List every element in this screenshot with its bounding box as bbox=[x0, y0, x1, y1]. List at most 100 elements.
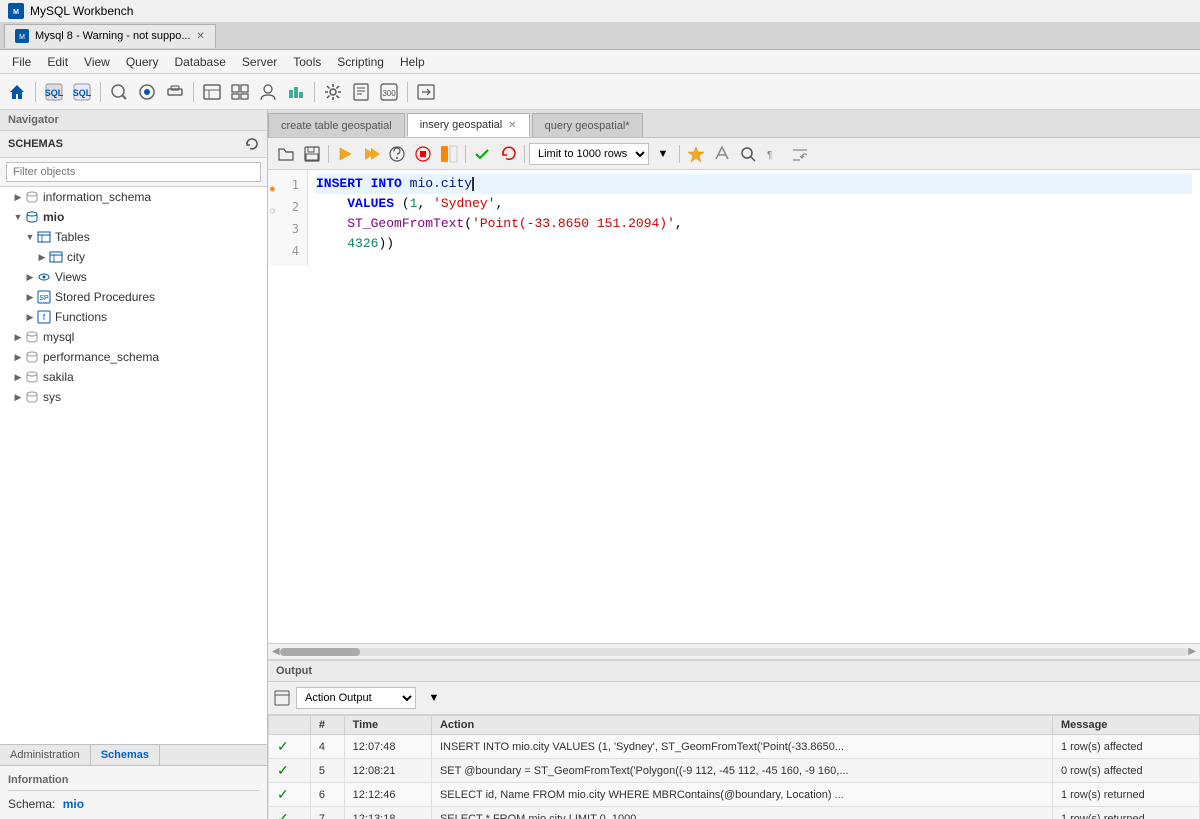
qtb-save-btn[interactable] bbox=[300, 142, 324, 166]
query-tab-create[interactable]: create table geospatial bbox=[268, 113, 405, 137]
limit-rows-select[interactable]: Limit to 1000 rows bbox=[529, 143, 649, 165]
toolbar-sql-btn1[interactable]: SQL bbox=[41, 79, 67, 105]
qtb-sep-2 bbox=[465, 145, 466, 163]
svg-text:300: 300 bbox=[382, 89, 396, 98]
toolbar-migrate-btn[interactable] bbox=[413, 79, 439, 105]
code-area[interactable]: INSERT INTO mio.city VALUES (1, 'Sydney'… bbox=[308, 170, 1200, 266]
menu-tools[interactable]: Tools bbox=[285, 53, 329, 71]
menu-database[interactable]: Database bbox=[167, 53, 234, 71]
toolbar-300-btn[interactable]: 300 bbox=[376, 79, 402, 105]
tree-expand-arrow[interactable]: ▶ bbox=[12, 191, 24, 203]
tree-arrow-stored-procedures[interactable]: ▶ bbox=[24, 291, 36, 303]
toolbar-manage-btn[interactable] bbox=[162, 79, 188, 105]
schema-item-functions[interactable]: ▶ f Functions bbox=[0, 307, 267, 327]
schema-item-tables[interactable]: ▼ Tables bbox=[0, 227, 267, 247]
tree-arrow-city[interactable]: ▶ bbox=[36, 251, 48, 263]
query-tab-insery[interactable]: insery geospatial ✕ bbox=[407, 113, 530, 137]
schema-item-stored-procedures[interactable]: ▶ SP Stored Procedures bbox=[0, 287, 267, 307]
tree-arrow-performance-schema[interactable]: ▶ bbox=[12, 351, 24, 363]
window-tab[interactable]: M Mysql 8 - Warning - not suppo... ✕ bbox=[4, 24, 216, 48]
status-ok-icon: ✓ bbox=[277, 786, 289, 802]
svg-text:¶: ¶ bbox=[767, 150, 772, 161]
toolbar-home-btn[interactable] bbox=[4, 79, 30, 105]
tree-arrow-sakila[interactable]: ▶ bbox=[12, 371, 24, 383]
menu-view[interactable]: View bbox=[76, 53, 118, 71]
col-header-time: Time bbox=[344, 716, 431, 735]
nav-tab-administration[interactable]: Administration bbox=[0, 745, 91, 765]
qtb-invisible-btn[interactable]: ¶ bbox=[762, 142, 786, 166]
schema-item-views[interactable]: ▶ Views bbox=[0, 267, 267, 287]
schema-item-sakila[interactable]: ▶ sakila bbox=[0, 367, 267, 387]
menu-server[interactable]: Server bbox=[234, 53, 285, 71]
qtb-bookmark-btn[interactable] bbox=[684, 142, 708, 166]
tree-arrow-tables[interactable]: ▼ bbox=[24, 231, 36, 243]
toolbar-schema-btn[interactable] bbox=[199, 79, 225, 105]
schema-item-city[interactable]: ▶ city bbox=[0, 247, 267, 267]
qtb-wrap-btn[interactable] bbox=[788, 142, 812, 166]
qtb-execute-selected-btn[interactable] bbox=[359, 142, 383, 166]
tree-arrow-mysql[interactable]: ▶ bbox=[12, 331, 24, 343]
schema-item-information-schema[interactable]: ▶ information_schema bbox=[0, 187, 267, 207]
toolbar-sql-btn2[interactable]: SQL bbox=[69, 79, 95, 105]
stored-procedures-icon: SP bbox=[36, 289, 52, 305]
toolbar-script-btn[interactable] bbox=[348, 79, 374, 105]
action-output-dropdown-btn[interactable]: ▼ bbox=[422, 686, 446, 710]
menu-file[interactable]: File bbox=[4, 53, 39, 71]
tree-arrow-views[interactable]: ▶ bbox=[24, 271, 36, 283]
menu-scripting[interactable]: Scripting bbox=[329, 53, 392, 71]
schema-label-sys: sys bbox=[43, 390, 61, 404]
query-tab-insery-label: insery geospatial bbox=[420, 119, 503, 131]
cell-action: SELECT * FROM mio.city LIMIT 0, 1000 bbox=[431, 807, 1052, 819]
menu-query[interactable]: Query bbox=[118, 53, 167, 71]
tree-expand-arrow-mio[interactable]: ▼ bbox=[12, 211, 24, 223]
schemas-refresh-icon[interactable] bbox=[245, 137, 259, 151]
qtb-open-btn[interactable] bbox=[274, 142, 298, 166]
qtb-beautify-btn[interactable] bbox=[710, 142, 734, 166]
table-row: ✓ 7 12:13:18 SELECT * FROM mio.city LIMI… bbox=[269, 807, 1200, 819]
window-tab-label: Mysql 8 - Warning - not suppo... bbox=[35, 30, 191, 42]
svg-text:SQL: SQL bbox=[73, 88, 92, 98]
qtb-search-btn[interactable] bbox=[736, 142, 760, 166]
schema-item-performance-schema[interactable]: ▶ performance_schema bbox=[0, 347, 267, 367]
output-panel: Output Action Output ▼ # Time Action M bbox=[268, 659, 1200, 819]
qtb-stop-btn[interactable] bbox=[411, 142, 435, 166]
query-tab-insery-close[interactable]: ✕ bbox=[508, 120, 516, 131]
nav-tabs: Administration Schemas bbox=[0, 745, 267, 765]
query-tab-query[interactable]: query geospatial* bbox=[532, 113, 643, 137]
toolbar-users-btn[interactable] bbox=[255, 79, 281, 105]
window-tab-close[interactable]: ✕ bbox=[197, 31, 205, 42]
toolbar-connect-btn[interactable] bbox=[134, 79, 160, 105]
tree-arrow-sys[interactable]: ▶ bbox=[12, 391, 24, 403]
schema-label-sakila: sakila bbox=[43, 370, 74, 384]
qtb-commit-btn[interactable] bbox=[470, 142, 494, 166]
schema-item-mio[interactable]: ▼ mio bbox=[0, 207, 267, 227]
col-header-message: Message bbox=[1052, 716, 1199, 735]
h-scroll-thumb[interactable] bbox=[280, 648, 360, 656]
nav-tab-schemas[interactable]: Schemas bbox=[91, 745, 160, 765]
code-editor[interactable]: 1 2 3 4 INSERT INTO mio.city VALUES (1, … bbox=[268, 170, 1200, 643]
qtb-explain-btn[interactable] bbox=[385, 142, 409, 166]
code-line-3: ST_GeomFromText('Point(-33.8650 151.2094… bbox=[316, 214, 1192, 234]
svg-text:f: f bbox=[43, 313, 46, 322]
action-output-select[interactable]: Action Output bbox=[296, 687, 416, 709]
schema-icon-performance bbox=[24, 349, 40, 365]
filter-input[interactable] bbox=[6, 162, 261, 182]
qtb-toggle-output-btn[interactable] bbox=[437, 142, 461, 166]
menu-help[interactable]: Help bbox=[392, 53, 433, 71]
qtb-rollback-btn[interactable] bbox=[496, 142, 520, 166]
toolbar-table-btn[interactable] bbox=[227, 79, 253, 105]
horizontal-scrollbar[interactable]: ◀ ▶ bbox=[268, 643, 1200, 659]
toolbar-config-btn[interactable] bbox=[320, 79, 346, 105]
qtb-execute-btn[interactable] bbox=[333, 142, 357, 166]
schema-item-sys[interactable]: ▶ sys bbox=[0, 387, 267, 407]
h-scroll-track[interactable] bbox=[280, 648, 1189, 656]
menu-edit[interactable]: Edit bbox=[39, 53, 76, 71]
table-icon-city bbox=[48, 249, 64, 265]
toolbar-perf-btn[interactable] bbox=[283, 79, 309, 105]
output-data-table: # Time Action Message ✓ 4 12:07:48 INSER… bbox=[268, 715, 1200, 819]
tree-arrow-functions[interactable]: ▶ bbox=[24, 311, 36, 323]
functions-icon: f bbox=[36, 309, 52, 325]
toolbar-inspect-btn[interactable] bbox=[106, 79, 132, 105]
qtb-limit-dropdown-btn[interactable]: ▼ bbox=[651, 142, 675, 166]
schema-item-mysql[interactable]: ▶ mysql bbox=[0, 327, 267, 347]
